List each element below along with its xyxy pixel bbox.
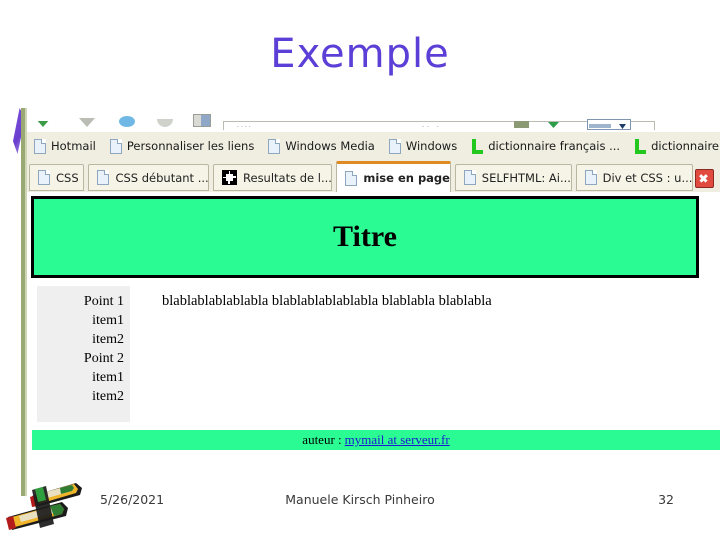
home-icon[interactable] bbox=[193, 114, 211, 127]
page-title: Exemple bbox=[270, 31, 450, 77]
close-icon[interactable] bbox=[695, 169, 714, 188]
tab-label: mise en page bbox=[363, 171, 450, 185]
refresh-icon[interactable] bbox=[119, 116, 135, 127]
l-logo-icon bbox=[634, 138, 647, 154]
stop-icon[interactable] bbox=[157, 119, 173, 127]
address-bar-text: .... bbox=[237, 122, 253, 129]
bookmark-label: dictionnaire anglais fr... bbox=[651, 139, 720, 153]
bookmark-label: Personnaliser les liens bbox=[126, 139, 255, 153]
menu-item-point-2[interactable]: Point 2 bbox=[37, 349, 130, 368]
menu-item-item1-b[interactable]: item1 bbox=[37, 368, 130, 387]
document-icon bbox=[388, 138, 401, 154]
tab-label: Resultats de l... bbox=[243, 170, 332, 185]
bookmark-item-personnaliser[interactable]: Personnaliser les liens bbox=[103, 132, 261, 160]
tab-label: CSS débutant ... bbox=[115, 170, 209, 185]
document-icon bbox=[345, 170, 358, 186]
search-input-fill bbox=[589, 124, 611, 128]
bookmark-item-dictionnaire-francais[interactable]: dictionnaire français ... bbox=[464, 132, 627, 160]
document-icon bbox=[584, 170, 597, 185]
go-button[interactable] bbox=[514, 121, 529, 128]
tab-bar: CSS CSS débutant ... Resultats de l... m… bbox=[27, 160, 720, 192]
address-bar-text-2: .. . bbox=[422, 122, 442, 129]
tab-mise-en-page[interactable]: mise en page bbox=[336, 161, 451, 192]
webpage-header-title: Titre bbox=[31, 196, 699, 278]
tab-css-debutant[interactable]: CSS débutant ... bbox=[88, 164, 210, 191]
footer-author: Manuele Kirsch Pinheiro bbox=[285, 492, 435, 507]
bookmark-label: Hotmail bbox=[51, 139, 96, 153]
webpage-viewport: Titre Point 1 item1 item2 Point 2 item1 … bbox=[27, 192, 720, 458]
bookmark-label: dictionnaire français ... bbox=[488, 139, 621, 153]
document-icon bbox=[38, 170, 50, 185]
bookmark-label: Windows Media bbox=[285, 139, 375, 153]
l-logo-icon bbox=[471, 138, 484, 154]
document-icon bbox=[34, 138, 46, 154]
tab-label: Div et CSS : u... bbox=[602, 170, 693, 185]
menu-item-point-1[interactable]: Point 1 bbox=[37, 292, 130, 311]
browser-window: .... .. . Hotmail Personnaliser les lien… bbox=[27, 106, 720, 192]
document-icon bbox=[97, 170, 110, 185]
tab-css[interactable]: CSS bbox=[29, 164, 85, 191]
tab-label: SELFHTML: Ai... bbox=[481, 170, 571, 185]
webpage-footer-email-link[interactable]: mymail at serveur.fr bbox=[345, 432, 450, 448]
tab-resultats[interactable]: Resultats de l... bbox=[213, 164, 333, 191]
webpage-footer: auteur : mymail at serveur.fr bbox=[32, 430, 720, 450]
menu-item-item2-b[interactable]: item2 bbox=[37, 387, 130, 406]
bookmark-item-hotmail[interactable]: Hotmail bbox=[27, 132, 103, 160]
footer-page-number: 32 bbox=[658, 492, 674, 507]
forward-arrow-icon[interactable] bbox=[79, 118, 95, 127]
puzzle-icon bbox=[222, 170, 238, 185]
tab-selfhtml[interactable]: SELFHTML: Ai... bbox=[454, 164, 572, 191]
menu-item-item2-a[interactable]: item2 bbox=[37, 330, 130, 349]
slide-footer: 5/26/2021 Manuele Kirsch Pinheiro 32 bbox=[0, 490, 720, 514]
tab-label: CSS bbox=[56, 170, 79, 185]
webpage-footer-label: auteur : bbox=[302, 432, 342, 447]
document-icon bbox=[268, 138, 281, 154]
tab-div-et-css[interactable]: Div et CSS : u... bbox=[575, 164, 693, 191]
document-icon bbox=[463, 170, 476, 185]
bookmarks-bar: Hotmail Personnaliser les liens Windows … bbox=[27, 132, 720, 161]
bookmark-item-windows[interactable]: Windows bbox=[382, 132, 464, 160]
webpage-body-text: blablablablablabla blablablablablabla bl… bbox=[162, 293, 492, 309]
browser-toolbar: .... .. . bbox=[27, 106, 720, 133]
bookmark-item-dictionnaire-anglais[interactable]: dictionnaire anglais fr... bbox=[627, 132, 720, 160]
back-arrow-icon[interactable] bbox=[35, 118, 51, 127]
document-icon bbox=[109, 138, 122, 154]
bookmark-label: Windows bbox=[405, 139, 458, 153]
webpage-sidebar-menu: Point 1 item1 item2 Point 2 item1 item2 bbox=[37, 286, 130, 422]
bookmark-item-windows-media[interactable]: Windows Media bbox=[261, 132, 382, 160]
menu-item-item1-a[interactable]: item1 bbox=[37, 311, 130, 330]
